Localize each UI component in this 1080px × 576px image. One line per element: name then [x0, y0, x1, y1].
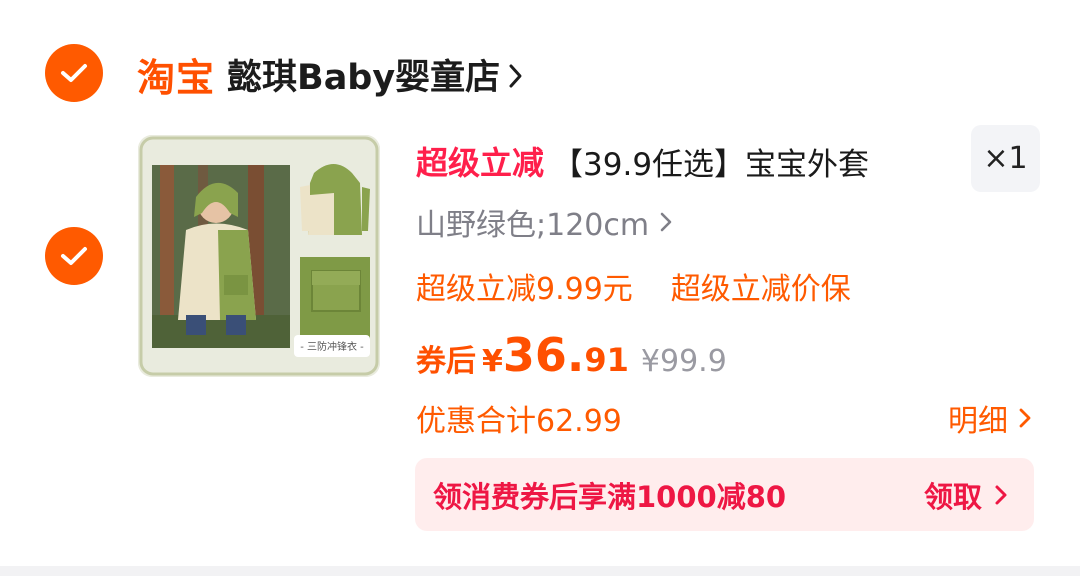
- super-discount-tag: 超级立减: [416, 144, 545, 182]
- coupon-banner[interactable]: 领消费券后享满1000减80 领取: [415, 458, 1034, 531]
- store-name[interactable]: 懿琪Baby婴童店: [227, 49, 500, 100]
- promo-tags: 超级立减9.99元 超级立减价保: [416, 264, 851, 308]
- claim-label: 领取: [923, 479, 982, 514]
- detail-label: 明细: [948, 404, 1008, 439]
- price-row: 券后 ¥ 36. 91 ¥99.9: [416, 328, 727, 386]
- quantity-badge[interactable]: ×1: [971, 125, 1040, 192]
- sku-label: 山野绿色;120cm: [416, 208, 650, 243]
- store-select-checkbox[interactable]: [45, 44, 103, 102]
- sku-selector[interactable]: 山野绿色;120cm: [416, 200, 673, 244]
- product-title[interactable]: 【39.9任选】宝宝外套: [552, 139, 869, 184]
- product-photo: - 三防冲锋衣 -: [138, 135, 380, 377]
- chevron-right-icon: [509, 64, 522, 88]
- image-caption: - 三防冲锋衣 -: [300, 340, 364, 353]
- coupon-banner-text: 领消费券后享满1000减80: [433, 479, 787, 514]
- item-select-checkbox[interactable]: [45, 227, 103, 285]
- price-decimal: 91: [584, 341, 629, 379]
- check-icon: [61, 64, 87, 82]
- check-icon: [61, 247, 87, 265]
- discount-total: 优惠合计62.99: [416, 404, 622, 439]
- promo-price-protect: 超级立减价保: [670, 272, 851, 307]
- currency-symbol: ¥: [482, 344, 503, 379]
- store-header[interactable]: 淘宝 懿琪Baby婴童店: [137, 44, 524, 104]
- product-image[interactable]: - 三防冲锋衣 -: [138, 135, 380, 377]
- taobao-logo: 淘宝: [137, 55, 216, 100]
- after-coupon-label: 券后: [416, 344, 476, 379]
- chevron-right-icon: [995, 485, 1007, 504]
- original-price: ¥99.9: [640, 344, 727, 379]
- chevron-right-icon: [660, 212, 672, 232]
- bottom-divider: [0, 566, 1080, 576]
- discount-detail-link[interactable]: 明细: [948, 396, 1032, 440]
- promo-discount: 超级立减9.99元: [416, 272, 633, 307]
- chevron-right-icon: [1019, 408, 1031, 428]
- price-integer: 36.: [502, 328, 585, 382]
- product-title-row[interactable]: 超级立减 【39.9任选】宝宝外套: [416, 136, 869, 186]
- claim-coupon-button[interactable]: 领取: [924, 474, 1008, 516]
